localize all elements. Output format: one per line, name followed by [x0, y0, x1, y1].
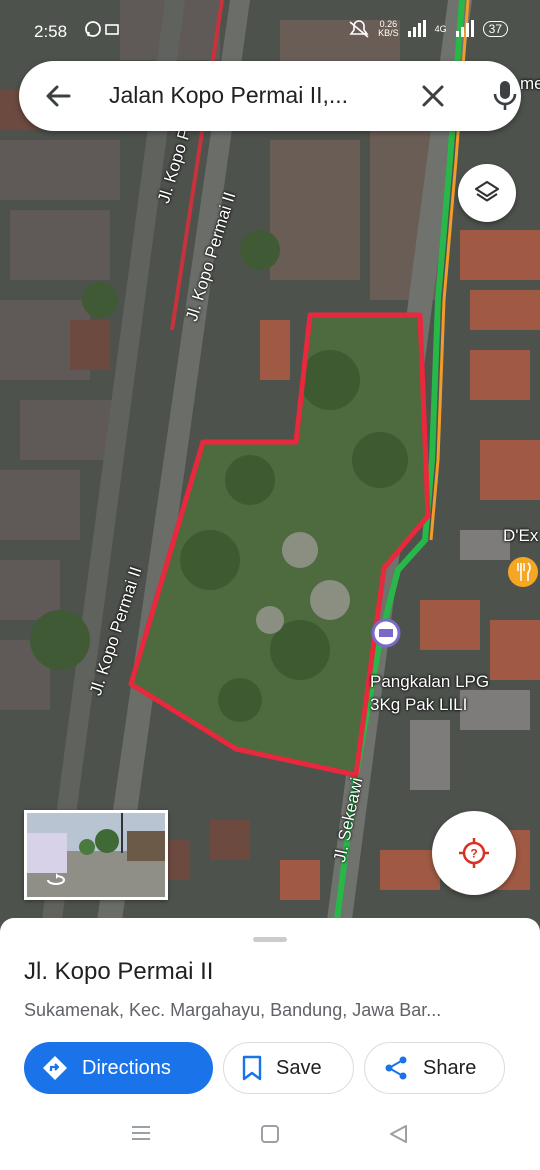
directions-label: Directions [82, 1056, 171, 1079]
bookmark-icon [242, 1055, 262, 1081]
poi-label-line1: Pangkalan LPG [370, 672, 490, 691]
clear-icon[interactable] [419, 82, 447, 110]
location-unknown-icon: ? [459, 838, 489, 868]
network-type: 4G [434, 24, 447, 34]
street-view-thumbnail[interactable] [24, 810, 168, 900]
lpg-store-pin-icon[interactable] [371, 618, 401, 648]
notification-icons [84, 20, 124, 43]
save-label: Save [276, 1056, 322, 1079]
search-input[interactable]: Jalan Kopo Permai II,... [109, 82, 399, 109]
satellite-map[interactable]: Jl. Kopo Permai Jl. Kopo Permai II Jl. K… [0, 0, 540, 935]
status-right-icons: 0.26 KB/S 4G 37 [348, 20, 508, 38]
street-view-rotate-icon [47, 873, 65, 885]
back-arrow-icon[interactable] [43, 81, 73, 111]
layers-icon [474, 180, 500, 202]
map-imagery [0, 0, 540, 935]
share-label: Share [423, 1056, 477, 1079]
place-title: Jl. Kopo Permai II [24, 958, 214, 985]
map-layers-button[interactable] [458, 164, 516, 222]
net-speed: 0.26 KB/S [378, 20, 399, 38]
my-location-button[interactable]: ? [432, 811, 516, 895]
place-address: Sukamenak, Kec. Margahayu, Bandung, Jawa… [24, 1000, 442, 1020]
signal-icon [407, 20, 426, 37]
home-icon[interactable] [259, 1124, 281, 1144]
restaurant-pin-icon[interactable] [508, 557, 538, 587]
mute-icon [349, 20, 369, 38]
whatsapp-icon [85, 21, 119, 37]
directions-button[interactable]: Directions [24, 1042, 213, 1094]
poi-label-line2: 3Kg Pak LILI [370, 695, 468, 714]
back-nav-icon[interactable] [387, 1124, 409, 1144]
search-bar[interactable]: Jalan Kopo Permai II,... [19, 61, 521, 131]
directions-icon [43, 1056, 67, 1080]
system-nav-bar [0, 1108, 540, 1170]
poi-label-edge: me [520, 74, 540, 93]
save-button[interactable]: Save [223, 1042, 354, 1094]
microphone-icon[interactable] [491, 79, 519, 113]
status-time: 2:58 [34, 22, 68, 41]
poi-label-dex[interactable]: D'Ex [503, 524, 538, 547]
battery-indicator: 37 [482, 21, 508, 37]
share-icon [385, 1056, 407, 1080]
recent-apps-icon[interactable] [130, 1124, 152, 1142]
net-speed-unit: KB/S [378, 28, 399, 38]
sheet-drag-handle[interactable] [253, 937, 287, 942]
signal-2-icon [455, 20, 474, 37]
svg-text:?: ? [470, 847, 477, 861]
poi-label-lpg[interactable]: Pangkalan LPG 3Kg Pak LILI [370, 670, 489, 716]
status-bar: 2:58 0.26 KB/S 4G 37 [0, 0, 540, 60]
share-button[interactable]: Share [364, 1042, 505, 1094]
